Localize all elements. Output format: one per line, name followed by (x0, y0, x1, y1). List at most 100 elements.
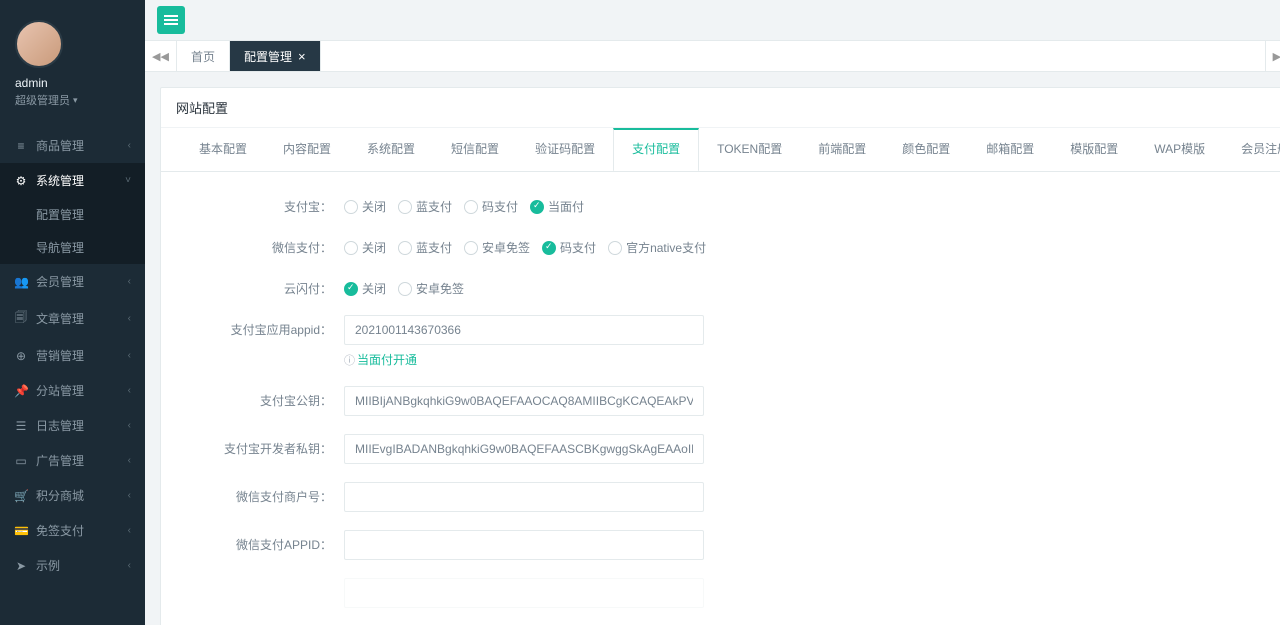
tab-config[interactable]: 配置管理 × (230, 41, 321, 71)
wechat-label: 微信支付： (181, 233, 344, 256)
inner-tab-template[interactable]: 模版配置 (1052, 128, 1136, 171)
cart-icon: 🛒 (14, 489, 28, 503)
inner-tab-mail[interactable]: 邮箱配置 (968, 128, 1052, 171)
wechat-radio-code[interactable]: 码支付 (542, 239, 596, 256)
inner-tab-basic[interactable]: 基本配置 (181, 128, 265, 171)
tabs-scroll-right[interactable]: ▶▶ (1265, 41, 1280, 71)
sidebar-item-points[interactable]: 🛒积分商城‹ (0, 478, 145, 513)
info-icon: ⓘ (344, 355, 355, 367)
chevron-left-icon: ‹ (128, 525, 131, 536)
tab-home[interactable]: 首页 (177, 41, 230, 71)
inner-tabs: 基本配置 内容配置 系统配置 短信配置 验证码配置 支付配置 TOKEN配置 前… (161, 128, 1280, 172)
f2f-open-link[interactable]: 当面付开通 (357, 353, 417, 367)
tabbar: ◀◀ 首页 配置管理× ▶▶ 常用操作▾ ↦退出 (145, 40, 1280, 72)
content-scroll[interactable]: 网站配置 ˄ ✎ ✕ 基本配置 内容配置 系统配置 短信配置 验证码配置 支付配… (145, 72, 1280, 625)
wechat-mch-label: 微信支付商户号： (181, 482, 344, 505)
alipay-pubkey-label: 支付宝公钥： (181, 386, 344, 409)
inner-tab-captcha[interactable]: 验证码配置 (517, 128, 613, 171)
sidebar-item-example[interactable]: ➤ 示例‹ (0, 548, 145, 583)
sidebar-item-member[interactable]: 👥会员管理‹ (0, 264, 145, 299)
alipay-radio-f2f[interactable]: 当面付 (530, 198, 584, 215)
wechat-appid-input[interactable] (344, 530, 704, 560)
alipay-privkey-input[interactable] (344, 434, 704, 464)
sidebar-toggle-button[interactable] (157, 6, 185, 34)
sidebar-item-label: 商品管理 (36, 137, 128, 154)
panel: 网站配置 ˄ ✎ ✕ 基本配置 内容配置 系统配置 短信配置 验证码配置 支付配… (160, 87, 1280, 625)
alipay-pubkey-input[interactable] (344, 386, 704, 416)
alipay-radio-off[interactable]: 关闭 (344, 198, 386, 215)
inner-tab-register[interactable]: 会员注册 (1223, 128, 1280, 171)
wechat-radio-android[interactable]: 安卓免签 (464, 239, 530, 256)
wechat-appid-label: 微信支付APPID： (181, 530, 344, 553)
sidebar-item-nosign[interactable]: 💳 免签支付‹ (0, 513, 145, 548)
alipay-label: 支付宝： (181, 192, 344, 215)
tab-label: 配置管理 (244, 48, 292, 65)
gear-icon: ⚙ (14, 174, 28, 188)
wechat-radio-off[interactable]: 关闭 (344, 239, 386, 256)
inner-tab-payment[interactable]: 支付配置 (613, 128, 699, 172)
wechat-mch-input[interactable] (344, 482, 704, 512)
plane-icon: ➤ (14, 559, 28, 573)
panel-title: 网站配置 (176, 98, 228, 117)
panel-header: 网站配置 ˄ ✎ ✕ (161, 88, 1280, 128)
next-field-input[interactable] (344, 578, 704, 608)
profile-role-dropdown[interactable]: 超级管理员 ▾ (15, 92, 130, 108)
sidebar-item-label: 广告管理 (36, 452, 128, 469)
profile-name: admin (15, 76, 130, 90)
card-icon: 💳 (14, 524, 28, 538)
inner-tab-wap[interactable]: WAP模版 (1136, 128, 1223, 171)
alipay-radios: 关闭 蓝支付 码支付 当面付 (344, 192, 584, 215)
inner-tab-sms[interactable]: 短信配置 (433, 128, 517, 171)
sidebar-item-label: 文章管理 (36, 310, 128, 327)
unionpay-radio-android[interactable]: 安卓免签 (398, 280, 464, 297)
chevron-down-icon: ˅ (125, 175, 131, 186)
sidebar-item-substation[interactable]: 📌分站管理‹ (0, 373, 145, 408)
globe-icon: ⊕ (14, 349, 28, 363)
alipay-appid-help: ⓘ当面付开通 (344, 351, 704, 368)
chevron-left-icon: ‹ (128, 313, 131, 324)
sidebar-item-article[interactable]: 🗐 文章管理‹ (0, 299, 145, 338)
avatar[interactable] (15, 20, 63, 68)
unionpay-radio-off[interactable]: 关闭 (344, 280, 386, 297)
sidebar-item-goods[interactable]: ≡商品管理‹ (0, 128, 145, 163)
sidebar-item-label: 会员管理 (36, 273, 128, 290)
inner-tab-content[interactable]: 内容配置 (265, 128, 349, 171)
sidebar-submenu-system: 配置管理 导航管理 (0, 198, 145, 264)
topbar: ▤ 主题 (145, 0, 1280, 40)
unionpay-radios: 关闭 安卓免签 (344, 274, 464, 297)
wechat-radio-native[interactable]: 官方native支付 (608, 239, 706, 256)
users-icon: 👥 (14, 275, 28, 289)
pin-icon: 📌 (14, 384, 28, 398)
sidebar-item-label: 免签支付 (36, 522, 128, 539)
chevron-left-icon: ‹ (128, 140, 131, 151)
sidebar-item-ad[interactable]: ▭广告管理‹ (0, 443, 145, 478)
sidebar-nav: ≡商品管理‹ ⚙系统管理˅ 配置管理 导航管理 👥会员管理‹ 🗐文章管理‹ ⊕营… (0, 128, 145, 583)
sidebar-subitem-nav[interactable]: 导航管理 (0, 231, 145, 264)
profile-block: admin 超级管理员 ▾ (0, 0, 145, 118)
copy-icon: 🗐 (14, 308, 28, 329)
sidebar-item-system[interactable]: ⚙ 系统管理˅ (0, 163, 145, 198)
sidebar-item-label: 营销管理 (36, 347, 128, 364)
sidebar-item-label: 系统管理 (36, 172, 125, 189)
alipay-radio-blue[interactable]: 蓝支付 (398, 198, 452, 215)
inner-tab-token[interactable]: TOKEN配置 (699, 128, 800, 171)
inner-tab-color[interactable]: 颜色配置 (884, 128, 968, 171)
close-icon[interactable]: × (298, 50, 306, 63)
wechat-radio-blue[interactable]: 蓝支付 (398, 239, 452, 256)
profile-role-label: 超级管理员 (15, 92, 70, 108)
sidebar-item-marketing[interactable]: ⊕营销管理‹ (0, 338, 145, 373)
caret-down-icon: ▾ (73, 95, 78, 106)
inner-tab-system[interactable]: 系统配置 (349, 128, 433, 171)
sidebar-subitem-config[interactable]: 配置管理 (0, 198, 145, 231)
inner-tab-frontend[interactable]: 前端配置 (800, 128, 884, 171)
alipay-radio-code[interactable]: 码支付 (464, 198, 518, 215)
sidebar-item-log[interactable]: ☰日志管理‹ (0, 408, 145, 443)
chevron-left-icon: ‹ (128, 420, 131, 431)
lines-icon: ☰ (14, 419, 28, 433)
tabs-scroll-left[interactable]: ◀◀ (145, 41, 177, 71)
chevron-left-icon: ‹ (128, 560, 131, 571)
sidebar-item-label: 积分商城 (36, 487, 128, 504)
sidebar-item-label: 示例 (36, 557, 128, 574)
alipay-appid-input[interactable] (344, 315, 704, 345)
image-icon: ▭ (14, 454, 28, 468)
